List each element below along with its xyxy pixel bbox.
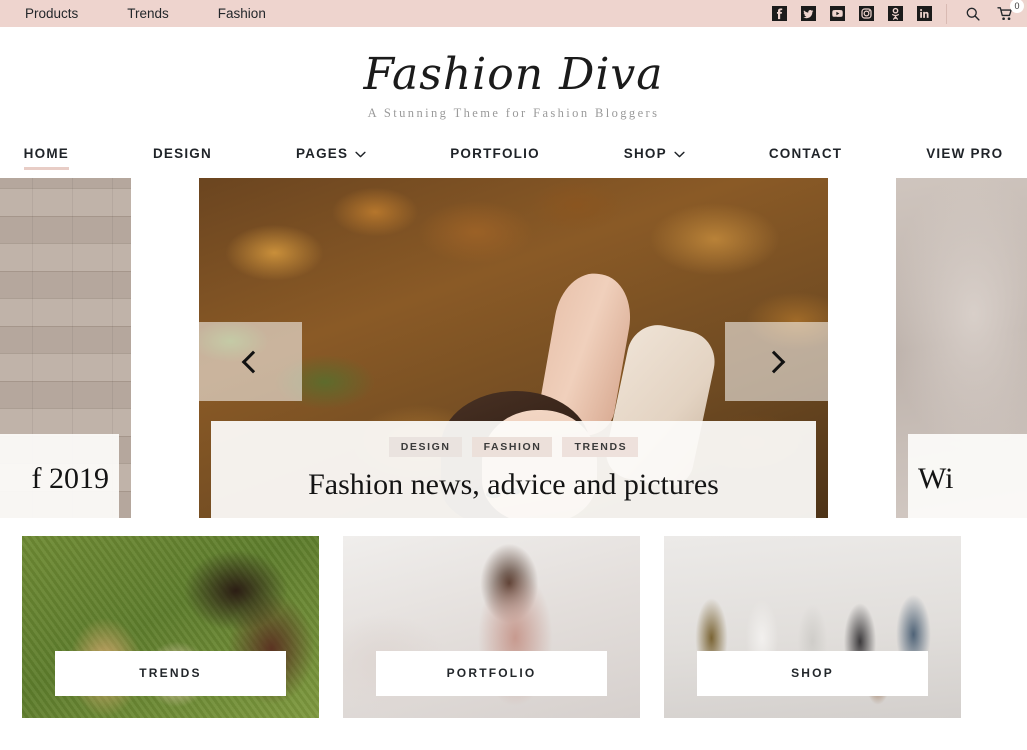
site-title[interactable]: Fashion Diva xyxy=(0,48,1027,102)
nav-item-contact-label: CONTACT xyxy=(768,146,843,161)
youtube-icon[interactable] xyxy=(830,6,845,21)
category-cards: TRENDS PORTFOLIO SHOP xyxy=(0,536,1027,718)
cart-count-badge: 0 xyxy=(1010,0,1024,13)
slide-next-headline: Wi xyxy=(918,462,954,495)
topnav-item-fashion[interactable]: Fashion xyxy=(218,0,290,27)
slide-previous-caption: f 2019 xyxy=(0,434,119,518)
main-navigation: HOME DESIGN PAGES PORTFOLIO SHOP CONTACT… xyxy=(0,127,1027,175)
slide-previous[interactable]: f 2019 xyxy=(0,178,131,518)
chevron-right-icon xyxy=(762,350,786,373)
nav-item-view-pro[interactable]: VIEW PRO xyxy=(926,146,1003,170)
nav-item-pages[interactable]: PAGES xyxy=(296,146,366,170)
site-tagline: A Stunning Theme for Fashion Bloggers xyxy=(367,106,660,120)
slide-current-headline[interactable]: Fashion news, advice and pictures xyxy=(221,466,806,504)
chevron-down-icon xyxy=(674,146,685,161)
category-card-portfolio[interactable]: PORTFOLIO xyxy=(343,536,640,718)
social-links xyxy=(772,3,947,24)
odnoklassniki-icon[interactable] xyxy=(888,6,903,21)
top-bar: Products Trends Fashion 0 xyxy=(0,0,1027,27)
nav-item-portfolio-label: PORTFOLIO xyxy=(450,146,540,161)
cart-icon[interactable]: 0 xyxy=(997,0,1024,22)
category-tag-fashion[interactable]: FASHION xyxy=(471,437,553,457)
category-tag-design[interactable]: DESIGN xyxy=(388,437,462,457)
facebook-icon[interactable] xyxy=(772,6,787,21)
twitter-icon[interactable] xyxy=(801,6,816,21)
nav-item-design-label: DESIGN xyxy=(152,146,212,161)
hero-slider: f 2019 Wi DESIGN FASHION TRENDS Fashion … xyxy=(0,178,1027,533)
site-branding: Fashion Diva A Stunning Theme for Fashio… xyxy=(0,27,1027,127)
chevron-down-icon xyxy=(355,146,366,161)
category-card-trends[interactable]: TRENDS xyxy=(22,536,319,718)
category-card-shop-label: SHOP xyxy=(697,651,928,696)
category-card-shop[interactable]: SHOP xyxy=(664,536,961,718)
nav-item-shop-label: SHOP xyxy=(623,146,667,161)
slide-category-tags: DESIGN FASHION TRENDS xyxy=(221,437,806,457)
linkedin-icon[interactable] xyxy=(917,6,932,21)
nav-item-home-label: HOME xyxy=(23,146,69,161)
top-bar-tools: 0 xyxy=(947,0,1024,22)
chevron-left-icon xyxy=(241,350,265,373)
instagram-icon[interactable] xyxy=(859,6,874,21)
nav-item-design[interactable]: DESIGN xyxy=(153,146,212,170)
slider-next-button[interactable] xyxy=(725,322,828,401)
slide-next-caption: Wi xyxy=(908,434,1027,518)
top-navigation: Products Trends Fashion xyxy=(22,0,315,27)
topnav-item-products[interactable]: Products xyxy=(25,0,102,27)
search-icon[interactable] xyxy=(965,6,981,22)
slide-previous-headline: f 2019 xyxy=(31,462,110,495)
nav-item-portfolio[interactable]: PORTFOLIO xyxy=(450,146,540,170)
top-bar-right: 0 xyxy=(772,0,1024,24)
nav-item-contact[interactable]: CONTACT xyxy=(769,146,842,170)
topnav-item-trends[interactable]: Trends xyxy=(127,0,193,27)
category-card-portfolio-label: PORTFOLIO xyxy=(376,651,607,696)
nav-item-home[interactable]: HOME xyxy=(23,146,70,170)
nav-item-pages-label: PAGES xyxy=(295,146,349,161)
slider-prev-button[interactable] xyxy=(199,322,302,401)
nav-item-view-pro-label: VIEW PRO xyxy=(926,146,1004,161)
category-card-trends-label: TRENDS xyxy=(55,651,286,696)
nav-item-shop[interactable]: SHOP xyxy=(624,146,685,170)
category-tag-trends[interactable]: TRENDS xyxy=(562,437,639,457)
slide-current-caption: DESIGN FASHION TRENDS Fashion news, advi… xyxy=(211,421,816,518)
slide-next[interactable]: Wi xyxy=(896,178,1027,518)
